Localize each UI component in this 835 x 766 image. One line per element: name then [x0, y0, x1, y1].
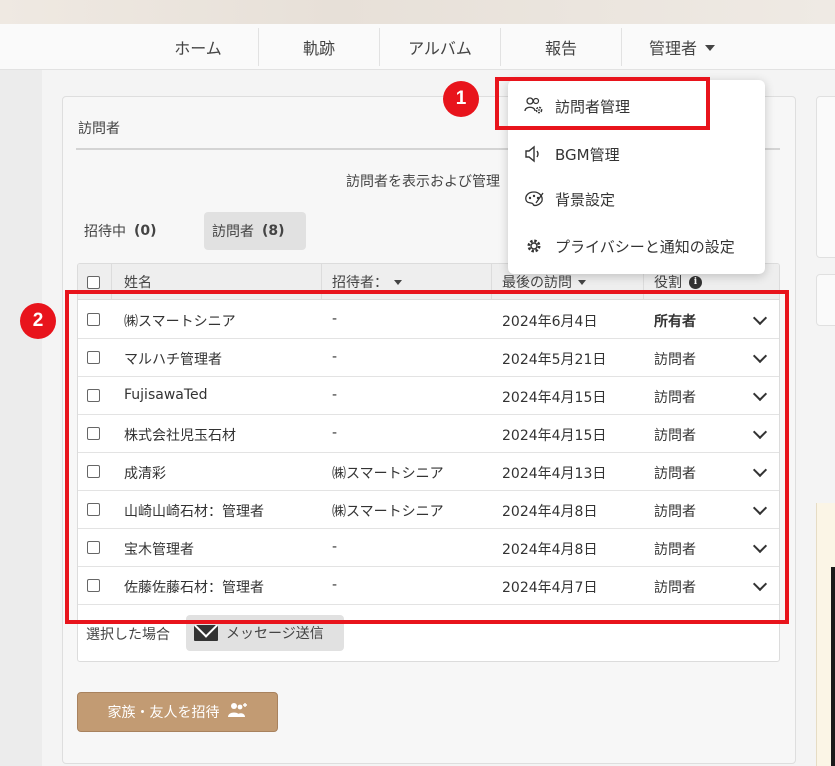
- invite-label: 家族・友人を招待: [107, 705, 220, 721]
- sort-caret-icon: [578, 279, 586, 285]
- tab-count: (0): [134, 223, 157, 239]
- nav-home[interactable]: ホーム: [138, 24, 258, 70]
- right-side-card: [816, 96, 835, 258]
- menu-item-label: BGM管理: [555, 145, 620, 164]
- top-banner: [0, 0, 835, 24]
- menu-item-label: プライバシーと通知の設定: [555, 237, 735, 256]
- panel-description: 訪問者を表示および管理: [346, 174, 500, 190]
- info-icon[interactable]: i: [689, 275, 702, 289]
- tab-visitors[interactable]: 訪問者 (8): [204, 212, 306, 250]
- header-last-visit[interactable]: 最後の訪問: [502, 272, 586, 292]
- highlight-box-menu: [495, 77, 710, 130]
- annotation-badge-2: 2: [20, 303, 56, 339]
- nav-admin-dropdown[interactable]: 管理者: [622, 24, 742, 70]
- tab-count: (8): [262, 223, 285, 239]
- nav-track[interactable]: 軌跡: [259, 24, 379, 70]
- caret-down-icon: [705, 45, 715, 51]
- left-sidebar-strip: [0, 70, 42, 766]
- main-navbar: ホーム 軌跡 アルバム 報告 管理者: [0, 24, 835, 70]
- selected-action-label: 選択した場合: [86, 627, 170, 643]
- right-side-card: [816, 274, 835, 326]
- sort-caret-icon: [394, 279, 402, 285]
- header-inviter-label: 招待者：: [332, 275, 388, 291]
- header-last-visit-label: 最後の訪問: [502, 275, 572, 291]
- menu-item-bgm-management[interactable]: BGM管理: [508, 132, 765, 176]
- send-message-label: メッセージ送信: [226, 626, 324, 642]
- header-inviter[interactable]: 招待者：: [332, 272, 402, 292]
- tab-invited[interactable]: 招待中 (0): [76, 212, 165, 250]
- panel-title: 訪問者: [78, 121, 120, 137]
- tab-label: 招待中: [84, 224, 126, 240]
- nav-album[interactable]: アルバム: [380, 24, 500, 70]
- annotation-badge-1: 1: [443, 81, 479, 117]
- nav-admin-label: 管理者: [648, 39, 697, 58]
- highlight-box-table: [65, 290, 789, 624]
- palette-icon: [523, 190, 545, 208]
- tab-label: 訪問者: [212, 224, 254, 240]
- menu-item-privacy-notification-settings[interactable]: プライバシーと通知の設定: [508, 224, 765, 268]
- header-role: 役割 i: [654, 272, 702, 292]
- menu-item-label: 背景設定: [555, 190, 616, 209]
- gear-icon: [523, 237, 545, 255]
- header-role-label: 役割: [654, 275, 682, 291]
- right-side-banner-bar: [831, 567, 835, 766]
- select-all-checkbox[interactable]: [87, 276, 100, 289]
- invite-family-button[interactable]: 家族・友人を招待: [77, 692, 278, 732]
- nav-report[interactable]: 報告: [501, 24, 621, 70]
- header-name-label: 姓名: [124, 275, 152, 291]
- speaker-icon: [523, 145, 545, 163]
- header-name[interactable]: 姓名: [124, 272, 152, 292]
- add-user-icon: [227, 702, 248, 722]
- envelope-icon: [194, 625, 218, 641]
- menu-item-background-settings[interactable]: 背景設定: [508, 177, 765, 221]
